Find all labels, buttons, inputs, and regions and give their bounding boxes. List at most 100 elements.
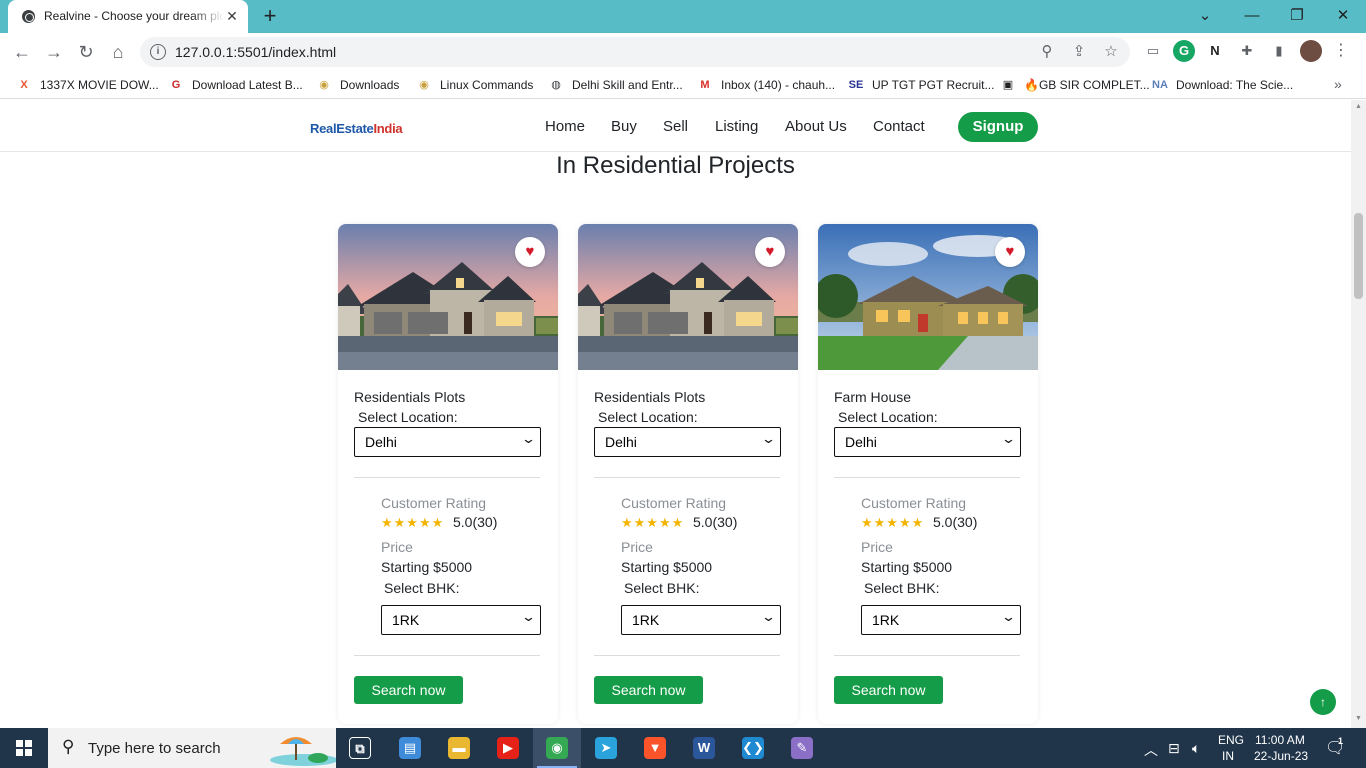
nav-listing[interactable]: Listing <box>715 118 758 135</box>
tab-title: Realvine - Choose your dream plot <box>44 9 224 23</box>
bookmark-item[interactable]: ▣ 🔥GB SIR COMPLET... <box>1000 76 1150 94</box>
back-arrow-icon[interactable]: ← <box>10 40 34 64</box>
chevron-down-icon: ⌄ <box>1000 431 1017 446</box>
home-icon[interactable]: ⌂ <box>106 40 130 64</box>
globe-icon <box>22 10 35 23</box>
taskbar-app-chrome[interactable]: ◉ <box>533 728 581 768</box>
taskbar-app-word[interactable]: W <box>680 728 728 768</box>
profile-avatar[interactable] <box>1300 40 1322 62</box>
clock[interactable]: 11:00 AM 22-Jun-23 <box>1252 728 1312 768</box>
browser-tab-active[interactable]: Realvine - Choose your dream plot ✕ <box>8 0 248 33</box>
page-scrollbar[interactable]: ▲ ▼ <box>1351 100 1366 728</box>
side-panel-icon[interactable]: ▮ <box>1268 40 1290 62</box>
search-icon: ⚲ <box>62 737 75 756</box>
telegram-icon: ➤ <box>595 737 617 759</box>
site-logo[interactable]: RealEstateIndia <box>310 121 403 136</box>
se-icon: SE <box>848 79 864 91</box>
page-viewport: RealEstateIndia Home Buy Sell Listing Ab… <box>0 100 1351 728</box>
taskbar-app-file-explorer[interactable]: ▬ <box>435 728 483 768</box>
taskbar-app-telegram[interactable]: ➤ <box>582 728 630 768</box>
nav-buy[interactable]: Buy <box>611 118 637 135</box>
signup-button[interactable]: Signup <box>958 112 1038 142</box>
zoom-icon[interactable]: ⚲ <box>1036 41 1058 63</box>
address-bar[interactable]: i 127.0.0.1:5501/index.html ⚲ ⇪ ☆ <box>140 37 1130 67</box>
close-window-button[interactable]: ✕ <box>1331 4 1355 28</box>
bookmarks-overflow-icon[interactable]: » <box>1334 76 1342 92</box>
minimize-button[interactable]: — <box>1240 4 1264 28</box>
heart-favorite-icon[interactable]: ♥ <box>515 237 545 267</box>
rating-value: 5.0(30) <box>693 514 738 530</box>
heart-favorite-icon[interactable]: ♥ <box>995 237 1025 267</box>
star-bookmark-icon[interactable]: ☆ <box>1100 41 1122 63</box>
notion-icon[interactable]: N <box>1204 40 1226 62</box>
search-now-button[interactable]: Search now <box>594 676 703 704</box>
reload-icon[interactable]: ↻ <box>74 40 98 64</box>
bhk-select[interactable]: 1RK ⌄ <box>861 605 1021 635</box>
network-icon[interactable]: ⊟ <box>1168 740 1180 757</box>
property-card: ♥ Residentials Plots Select Location: Delhi… <box>338 224 558 724</box>
share-icon[interactable]: ⇪ <box>1068 41 1090 63</box>
tab-search-button[interactable]: ⌄ <box>1193 4 1217 28</box>
location-select[interactable]: Delhi ⌄ <box>834 427 1021 457</box>
url-text[interactable]: 127.0.0.1:5501/index.html <box>175 44 336 60</box>
nav-home[interactable]: Home <box>545 118 585 135</box>
bookmark-item[interactable]: NA Download: The Scie... <box>1152 76 1293 94</box>
scroll-to-top-button[interactable]: ↑ <box>1310 689 1336 715</box>
taskbar-search-box[interactable]: ⚲ Type here to search <box>48 728 336 768</box>
tab-strip: Realvine - Choose your dream plot ✕ + ⌄ … <box>0 0 1366 33</box>
location-select[interactable]: Delhi ⌄ <box>594 427 781 457</box>
star-rating-icon: ★★★★★ <box>861 515 925 530</box>
bookmark-item[interactable]: X 1337X MOVIE DOW... <box>16 76 158 94</box>
bookmark-label: UP TGT PGT Recruit... <box>872 78 995 92</box>
scroll-down-arrow-icon[interactable]: ▼ <box>1354 714 1363 724</box>
price-value: Starting $5000 <box>621 559 713 575</box>
clock-date: 22-Jun-23 <box>1254 749 1309 763</box>
bookmarks-bar: X 1337X MOVIE DOW... G Download Latest B...… <box>0 71 1366 99</box>
divider <box>594 477 780 478</box>
scroll-up-arrow-icon[interactable]: ▲ <box>1354 102 1363 112</box>
bookmark-label: Downloads <box>340 78 400 92</box>
search-now-button[interactable]: Search now <box>834 676 943 704</box>
bhk-select[interactable]: 1RK ⌄ <box>381 605 541 635</box>
gmail-icon: M <box>700 79 710 91</box>
nav-about-us[interactable]: About Us <box>785 118 847 135</box>
bhk-select[interactable]: 1RK ⌄ <box>621 605 781 635</box>
globe-icon: ◍ <box>551 79 561 91</box>
taskbar-app-news[interactable]: ▤ <box>386 728 434 768</box>
bookmark-item[interactable]: ◍ Delhi Skill and Entr... <box>548 76 683 94</box>
location-select[interactable]: Delhi ⌄ <box>354 427 541 457</box>
start-button[interactable] <box>0 728 48 768</box>
bookmark-item[interactable]: ◉ Downloads <box>316 76 399 94</box>
bookmark-item[interactable]: ◉ Linux Commands <box>416 76 533 94</box>
maximize-button[interactable]: ❐ <box>1285 4 1309 28</box>
new-tab-button[interactable]: + <box>258 5 282 29</box>
volume-icon[interactable]: 🔈︎ <box>1192 740 1200 757</box>
bookmark-item[interactable]: G Download Latest B... <box>168 76 303 94</box>
taskbar-app-brave[interactable]: ▼ <box>631 728 679 768</box>
info-icon[interactable]: i <box>150 44 166 60</box>
price-label: Price <box>621 539 653 555</box>
taskbar-app-task-view[interactable]: ⧉ <box>336 728 384 768</box>
tray-overflow-icon[interactable]: ︿ <box>1144 740 1158 760</box>
search-now-button[interactable]: Search now <box>354 676 463 704</box>
cast-icon[interactable]: ▭ <box>1142 40 1164 62</box>
grammarly-icon[interactable]: G <box>1173 40 1195 62</box>
taskbar-app-youtube[interactable]: ▶ <box>484 728 532 768</box>
extensions-puzzle-icon[interactable]: ✚ <box>1236 40 1258 62</box>
menu-kebab-icon[interactable]: ⋮ <box>1330 40 1352 62</box>
bookmark-item[interactable]: SE UP TGT PGT Recruit... <box>848 76 995 94</box>
rating-label: Customer Rating <box>861 495 967 511</box>
heart-favorite-icon[interactable]: ♥ <box>755 237 785 267</box>
taskbar-app-paint[interactable]: ✎ <box>778 728 826 768</box>
nav-sell[interactable]: Sell <box>663 118 688 135</box>
scroll-thumb[interactable] <box>1354 213 1363 299</box>
x-icon: X <box>20 79 28 91</box>
tab-close-icon[interactable]: ✕ <box>224 8 240 24</box>
bookmark-item[interactable]: M Inbox (140) - chauh... <box>697 76 835 94</box>
divider <box>594 655 780 656</box>
nav-contact[interactable]: Contact <box>873 118 925 135</box>
forward-arrow-icon[interactable]: → <box>42 40 66 64</box>
chevron-down-icon: ⌄ <box>760 609 777 624</box>
taskbar-app-vscode[interactable]: ❮❯ <box>729 728 777 768</box>
language-indicator[interactable]: ENG IN <box>1218 728 1246 768</box>
